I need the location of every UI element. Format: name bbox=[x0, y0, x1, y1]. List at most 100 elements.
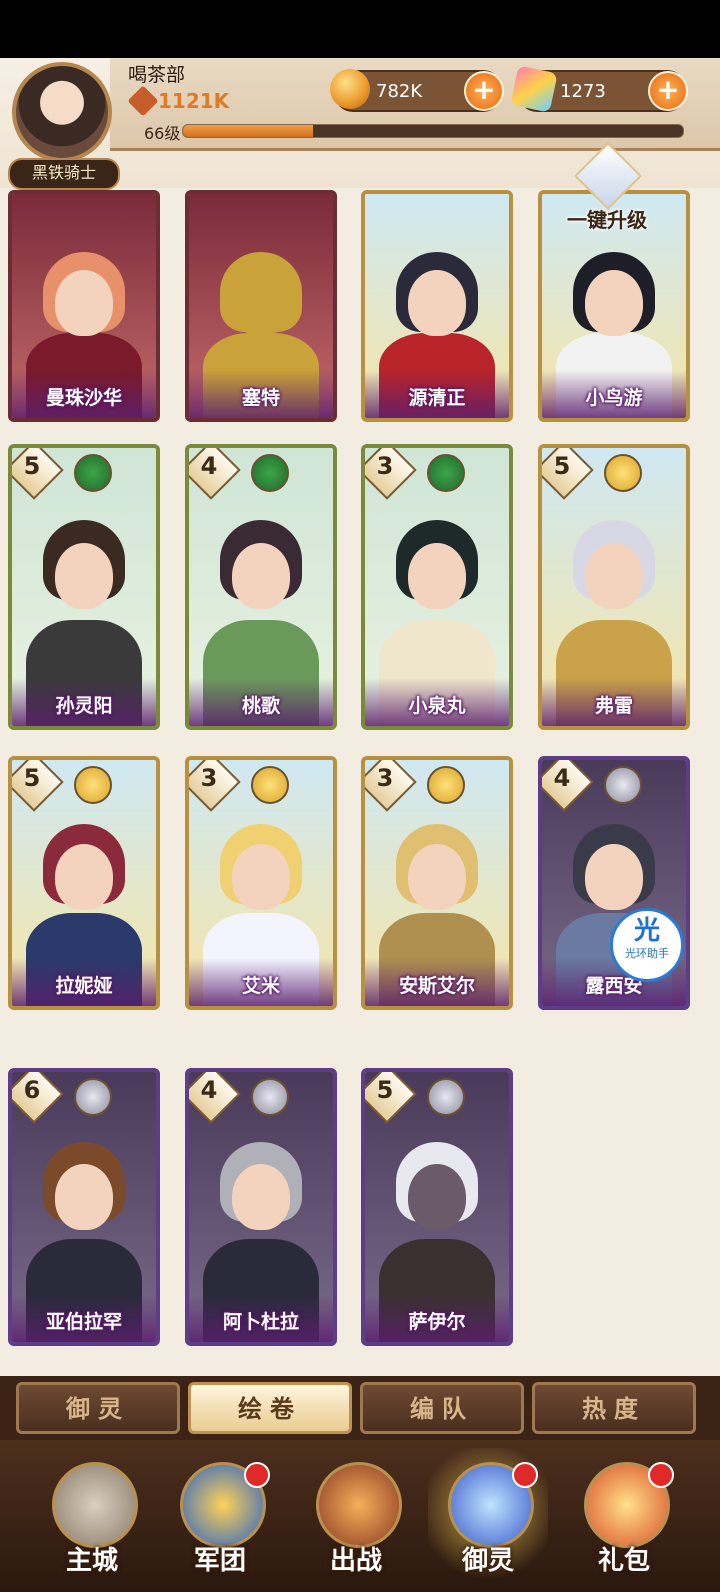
character-face bbox=[585, 542, 643, 609]
dark-element-icon bbox=[427, 1078, 465, 1116]
character-face bbox=[55, 542, 113, 609]
star-rank-value: 4 bbox=[200, 452, 218, 480]
character-name: 塞特 bbox=[241, 387, 280, 409]
nav-legion[interactable]: 军团 bbox=[160, 1448, 280, 1588]
star-rank-badge: 5 bbox=[365, 1072, 417, 1124]
player-name: 喝茶部 bbox=[128, 64, 186, 86]
xp-bar bbox=[182, 124, 684, 138]
xp-bar-fill bbox=[183, 125, 313, 137]
character-card[interactable]: 源清正 bbox=[361, 190, 513, 422]
character-card[interactable]: 孙灵阳 5 bbox=[8, 444, 160, 730]
character-face bbox=[585, 843, 643, 910]
nav-label: 出战 bbox=[329, 1546, 382, 1576]
gem-icon bbox=[510, 65, 558, 113]
star-rank-badge: 4 bbox=[189, 1072, 241, 1124]
aura-helper-badge[interactable]: 光光环助手 bbox=[610, 908, 684, 982]
castle-icon bbox=[52, 1462, 138, 1548]
character-face bbox=[232, 1163, 290, 1230]
rose-element-icon bbox=[74, 766, 112, 804]
sword-icon bbox=[127, 85, 159, 117]
nav-label: 主城 bbox=[65, 1546, 118, 1576]
character-card[interactable]: 曼珠沙华 bbox=[8, 190, 160, 422]
character-card[interactable]: 塞特 bbox=[185, 190, 337, 422]
character-face bbox=[232, 542, 290, 609]
star-rank-badge: 6 bbox=[12, 1072, 64, 1124]
star-rank-value: 5 bbox=[23, 452, 41, 480]
tab-bianduo[interactable]: 编队 bbox=[360, 1382, 524, 1434]
star-rank-value: 4 bbox=[200, 1076, 218, 1104]
character-name: 源清正 bbox=[408, 387, 466, 409]
star-rank-badge: 5 bbox=[542, 448, 594, 500]
nav-gift-pack[interactable]: 礼包 bbox=[564, 1448, 684, 1588]
star-rank-badge: 4 bbox=[542, 760, 594, 812]
character-card[interactable]: 安斯艾尔 3 bbox=[361, 756, 513, 1010]
coin-icon bbox=[330, 69, 370, 109]
character-face bbox=[408, 270, 466, 337]
character-name: 弗雷 bbox=[594, 695, 633, 717]
aura-badge-label: 光环助手 bbox=[625, 947, 669, 960]
power-value: 1121K bbox=[158, 89, 230, 113]
character-card[interactable]: 萨伊尔 5 bbox=[361, 1068, 513, 1346]
character-card[interactable]: 拉妮娅 5 bbox=[8, 756, 160, 1010]
character-name: 小泉丸 bbox=[408, 695, 466, 717]
player-avatar[interactable] bbox=[12, 62, 112, 162]
notification-dot bbox=[244, 1462, 270, 1488]
star-rank-badge: 3 bbox=[365, 448, 417, 500]
nav-yuling[interactable]: 御灵 bbox=[428, 1448, 548, 1588]
character-card[interactable]: 小泉丸 3 bbox=[361, 444, 513, 730]
star-rank-value: 5 bbox=[376, 1076, 394, 1104]
one-click-upgrade-button[interactable]: 一键升级 bbox=[547, 142, 667, 266]
status-bar bbox=[0, 0, 720, 58]
tab-yuling[interactable]: 御灵 bbox=[16, 1382, 180, 1434]
character-face bbox=[585, 270, 643, 337]
star-rank-value: 3 bbox=[376, 764, 394, 792]
nav-main-city[interactable]: 主城 bbox=[32, 1448, 152, 1588]
character-card[interactable]: 弗雷 5 bbox=[538, 444, 690, 730]
coin-value: 782K bbox=[376, 80, 423, 102]
character-face bbox=[408, 1163, 466, 1230]
character-face bbox=[232, 270, 290, 337]
gem-value: 1273 bbox=[560, 80, 606, 102]
character-name: 孙灵阳 bbox=[55, 695, 113, 717]
bottom-nav: 主城 军团 出战 御灵 礼包 bbox=[0, 1440, 720, 1592]
rank-title[interactable]: 黑铁骑士 bbox=[8, 158, 120, 190]
star-rank-badge: 3 bbox=[365, 760, 417, 812]
character-name: 亚伯拉罕 bbox=[45, 1311, 122, 1333]
notification-dot bbox=[648, 1462, 674, 1488]
character-card[interactable]: 阿卜杜拉 4 bbox=[185, 1068, 337, 1346]
character-face bbox=[55, 1163, 113, 1230]
tab-huijuan[interactable]: 绘卷 bbox=[188, 1382, 352, 1434]
dark-element-icon bbox=[251, 1078, 289, 1116]
star-rank-value: 5 bbox=[553, 452, 571, 480]
character-face bbox=[55, 843, 113, 910]
character-card[interactable]: 露西安 4 光光环助手 bbox=[538, 756, 690, 1010]
gate-icon bbox=[316, 1462, 402, 1548]
rose-element-icon bbox=[251, 766, 289, 804]
character-name: 曼珠沙华 bbox=[45, 387, 122, 409]
nav-label: 军团 bbox=[193, 1546, 246, 1576]
star-rank-value: 4 bbox=[553, 764, 571, 792]
character-name: 安斯艾尔 bbox=[398, 975, 475, 997]
wind-element-icon bbox=[74, 454, 112, 492]
character-card[interactable]: 艾米 3 bbox=[185, 756, 337, 1010]
dark-element-icon bbox=[74, 1078, 112, 1116]
add-coins-button[interactable]: + bbox=[464, 71, 504, 111]
character-face bbox=[408, 843, 466, 910]
character-name: 拉妮娅 bbox=[55, 975, 113, 997]
tab-redu[interactable]: 热度 bbox=[532, 1382, 696, 1434]
add-gems-button[interactable]: + bbox=[648, 71, 688, 111]
character-face bbox=[408, 542, 466, 609]
power-display: 1121K bbox=[127, 85, 230, 117]
coin-counter: 782K + bbox=[330, 69, 504, 112]
star-rank-value: 5 bbox=[23, 764, 41, 792]
notification-dot bbox=[512, 1462, 538, 1488]
gem-counter: 1273 + bbox=[510, 65, 688, 113]
star-rank-value: 6 bbox=[23, 1076, 41, 1104]
character-card[interactable]: 亚伯拉罕 6 bbox=[8, 1068, 160, 1346]
character-name: 桃歌 bbox=[241, 695, 280, 717]
nav-battle[interactable]: 出战 bbox=[296, 1448, 416, 1588]
star-rank-badge: 5 bbox=[12, 760, 64, 812]
star-rank-badge: 4 bbox=[189, 448, 241, 500]
tab-bar: 御灵 绘卷 编队 热度 bbox=[0, 1376, 720, 1440]
character-card[interactable]: 桃歌 4 bbox=[185, 444, 337, 730]
